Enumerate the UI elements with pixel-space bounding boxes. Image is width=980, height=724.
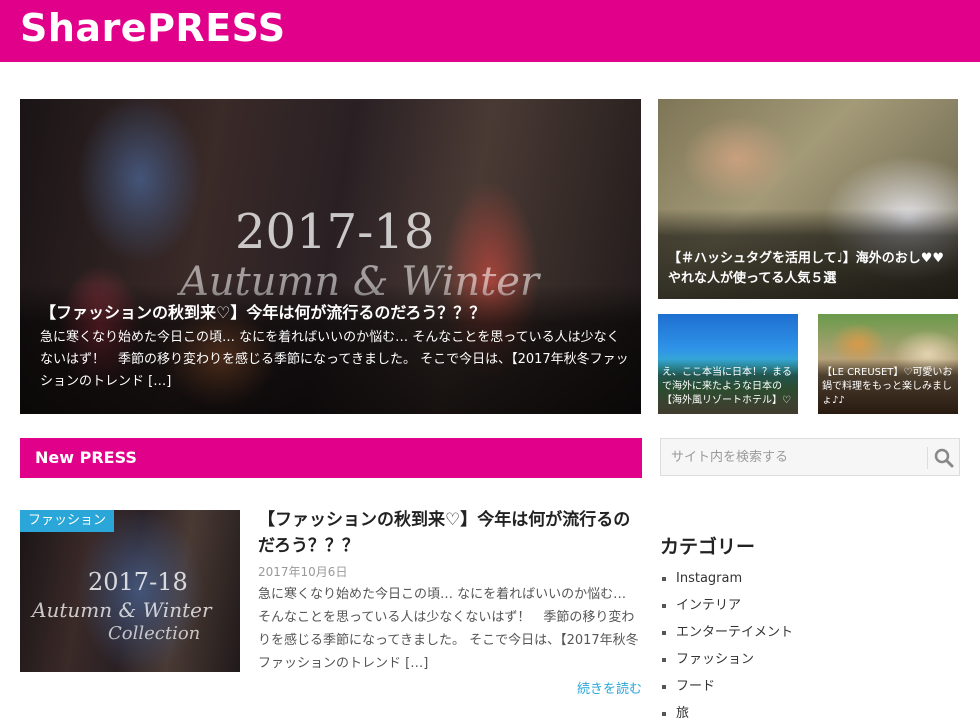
category-item-instagram[interactable]: Instagram xyxy=(660,565,793,592)
post-excerpt: 急に寒くなり始めた今日この頃… なにを着ればいいのか悩む… そんなことを思ってい… xyxy=(258,587,639,671)
post-date: 2017年10月6日 xyxy=(258,565,348,579)
search-input[interactable] xyxy=(661,439,926,475)
side-feature-title[interactable]: 【＃ハッシュタグを活用して♩】海外のおし♥♥やれな人が使ってる人気５選 xyxy=(668,249,953,289)
category-item-travel[interactable]: 旅 xyxy=(660,700,793,724)
site-search xyxy=(660,438,960,476)
post-image-sub2-text: Collection xyxy=(108,623,201,644)
categories-list: Instagram インテリア エンターテイメント ファッション フード 旅 xyxy=(660,565,793,724)
side-feature-card[interactable]: 【＃ハッシュタグを活用して♩】海外のおし♥♥やれな人が使ってる人気５選 xyxy=(658,99,958,299)
featured-title[interactable]: 【ファッションの秋到来♡】今年は何が流行るのだろう？？？ xyxy=(40,299,630,323)
search-divider xyxy=(927,447,928,469)
section-heading-new-press: New PRESS xyxy=(20,438,642,478)
small-feature-title-1[interactable]: え、ここ本当に日本！？まるで海外に来たような日本の【海外風リゾートホテル】♡ xyxy=(662,366,794,408)
site-logo[interactable]: SharePRESS xyxy=(20,6,286,50)
post-thumbnail[interactable]: 2017-18 Autumn & Winter Collection xyxy=(20,510,240,672)
search-button[interactable] xyxy=(931,445,957,471)
read-more-link[interactable]: 続きを読む xyxy=(577,678,642,697)
category-item-food[interactable]: フード xyxy=(660,673,793,700)
small-feature-card-1[interactable]: え、ここ本当に日本！？まるで海外に来たような日本の【海外風リゾートホテル】♡ xyxy=(658,314,798,414)
category-item-entertainment[interactable]: エンターテイメント xyxy=(660,619,793,646)
featured-image-year-text: 2017-18 xyxy=(235,204,435,260)
category-item-interior[interactable]: インテリア xyxy=(660,592,793,619)
featured-post-card[interactable]: 2017-18 Autumn & Winter 【ファッションの秋到来♡】今年は… xyxy=(20,99,641,414)
small-feature-card-2[interactable]: 【LE CREUSET】♡可愛いお鍋で料理をもっと楽しみましょ♪♪ xyxy=(818,314,958,414)
post-title[interactable]: 【ファッションの秋到来♡】今年は何が流行るのだろう？？？ xyxy=(258,507,643,559)
categories-heading: カテゴリー xyxy=(660,536,756,558)
featured-excerpt: 急に寒くなり始めた今日この頃… なにを着ればいいのか悩む… そんなことを思ってい… xyxy=(40,330,629,389)
post-image-sub-text: Autumn & Winter xyxy=(32,598,212,622)
post-category-badge[interactable]: ファッション xyxy=(20,510,115,532)
search-icon xyxy=(934,448,954,468)
small-feature-title-2[interactable]: 【LE CREUSET】♡可愛いお鍋で料理をもっと楽しみましょ♪♪ xyxy=(822,366,954,408)
site-header: SharePRESS xyxy=(0,0,980,62)
category-item-fashion[interactable]: ファッション xyxy=(660,646,793,673)
post-image-year-text: 2017-18 xyxy=(88,568,188,596)
